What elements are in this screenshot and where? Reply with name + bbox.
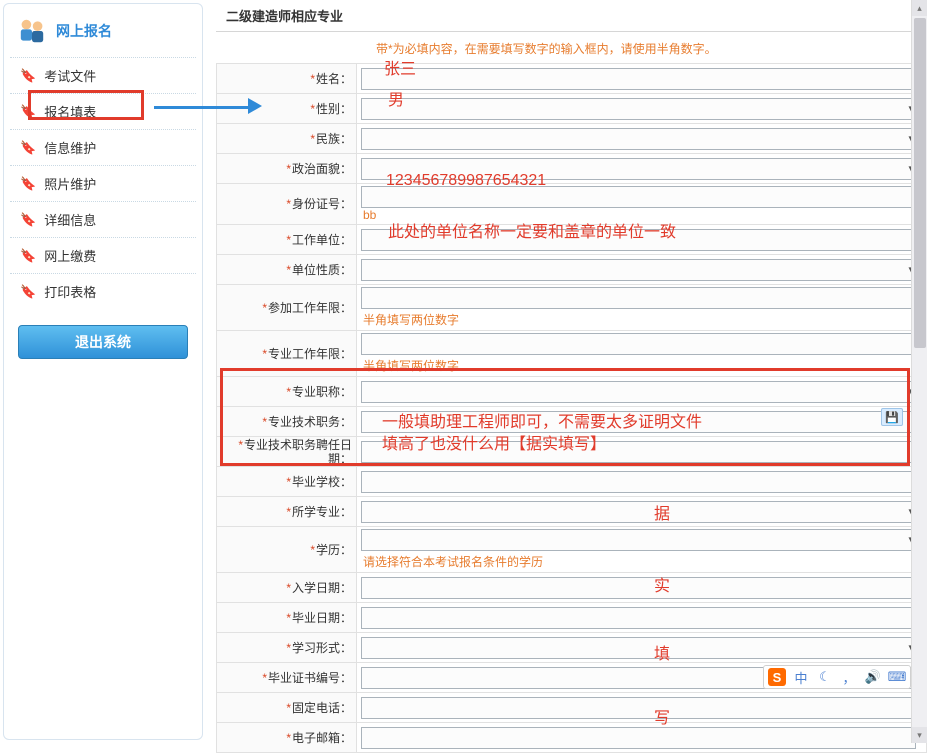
tag-icon: 🔖 — [20, 248, 36, 264]
ime-comma-icon[interactable]: ， — [840, 668, 858, 686]
tag-icon: 🔖 — [20, 68, 36, 84]
table-row: *学习形式： — [217, 633, 927, 663]
nav-list: 🔖 考试文件 🔖 报名填表 🔖 信息维护 🔖 照片维护 🔖 详细信息 🔖 网上缴费 🔖 打印表… — [10, 57, 196, 309]
graddate-input[interactable] — [361, 607, 916, 629]
gradschool-input[interactable] — [361, 471, 916, 493]
hint: 请选择符合本考试报名条件的学历 — [363, 553, 922, 570]
logout-label: 退出系统 — [75, 332, 131, 352]
workyears-input[interactable] — [361, 287, 916, 309]
hint: 半角填写两位数字 — [363, 311, 922, 328]
hint: 半角填写两位数字 — [363, 357, 922, 374]
ethnicity-select[interactable] — [361, 128, 916, 150]
idcard-input[interactable] — [361, 186, 916, 208]
name-input[interactable] — [361, 68, 916, 90]
content-area: 二级建造师相应专业 带*为必填内容，在需要填写数字的输入框内，请使用半角数字。 … — [206, 0, 927, 743]
tip-bar: 带*为必填内容，在需要填写数字的输入框内，请使用半角数字。 — [216, 32, 927, 63]
table-row: *毕业学校： — [217, 467, 927, 497]
nav-label: 详细信息 — [44, 210, 96, 229]
table-row: *民族： — [217, 124, 927, 154]
table-row: *毕业日期： — [217, 603, 927, 633]
sidebar-header: 网上报名 — [10, 7, 196, 57]
scrollbar[interactable]: ▴ ▾ — [911, 0, 927, 743]
education-select[interactable] — [361, 529, 916, 551]
table-row: *身份证号：bb — [217, 184, 927, 225]
tag-icon: 🔖 — [20, 140, 36, 156]
sidebar-title: 网上报名 — [56, 21, 112, 41]
workunit-input[interactable] — [361, 229, 916, 251]
table-row: *专业技术职务： — [217, 407, 927, 437]
ime-toolbar[interactable]: S 中 ☾ ， 🔊 ⌨ — [763, 665, 911, 689]
techjob-input[interactable] — [361, 411, 916, 433]
tag-icon: 🔖 — [20, 212, 36, 228]
nav-label: 网上缴费 — [44, 246, 96, 265]
techjob-date-input[interactable] — [361, 441, 916, 463]
enrolldate-input[interactable] — [361, 577, 916, 599]
nav-label: 报名填表 — [44, 102, 96, 121]
table-row: *政治面貌： — [217, 154, 927, 184]
table-row: *学历：请选择符合本考试报名条件的学历 — [217, 527, 927, 573]
nav-label: 照片维护 — [44, 174, 96, 193]
major-select[interactable] — [361, 501, 916, 523]
gender-select[interactable] — [361, 98, 916, 120]
section-title: 二级建造师相应专业 — [216, 0, 927, 32]
unit-nature-select[interactable] — [361, 259, 916, 281]
politics-select[interactable] — [361, 158, 916, 180]
nav-item-detail-info[interactable]: 🔖 详细信息 — [10, 201, 196, 237]
nav-label: 打印表格 — [44, 282, 96, 301]
scroll-up-icon[interactable]: ▴ — [912, 0, 927, 16]
nav-label: 信息维护 — [44, 138, 96, 157]
save-icon[interactable]: 💾 — [881, 408, 903, 426]
ime-keyboard-icon[interactable]: ⌨ — [888, 668, 906, 686]
tag-icon: 🔖 — [20, 176, 36, 192]
nav-item-info-maintain[interactable]: 🔖 信息维护 — [10, 129, 196, 165]
proyears-input[interactable] — [361, 333, 916, 355]
ime-brand-icon[interactable]: S — [768, 668, 786, 686]
table-row: *性别： — [217, 94, 927, 124]
nav-label: 考试文件 — [44, 66, 96, 85]
tag-icon: 🔖 — [20, 284, 36, 300]
nav-item-exam-file[interactable]: 🔖 考试文件 — [10, 57, 196, 93]
logout-button[interactable]: 退出系统 — [18, 325, 188, 359]
table-row: *参加工作年限：半角填写两位数字 — [217, 285, 927, 331]
ime-moon-icon[interactable]: ☾ — [816, 668, 834, 686]
ime-char[interactable]: 中 — [792, 668, 810, 686]
table-row: *专业技术职务聘任日期： — [217, 437, 927, 467]
nav-item-print-form[interactable]: 🔖 打印表格 — [10, 273, 196, 309]
studymode-select[interactable] — [361, 637, 916, 659]
idcard-hint: bb — [363, 208, 922, 222]
table-row: *电子邮箱： — [217, 723, 927, 753]
table-row: *工作单位： — [217, 225, 927, 255]
nav-item-online-pay[interactable]: 🔖 网上缴费 — [10, 237, 196, 273]
scroll-thumb[interactable] — [914, 18, 926, 348]
email-input[interactable] — [361, 727, 916, 749]
phone-input[interactable] — [361, 697, 916, 719]
nav-item-photo-maintain[interactable]: 🔖 照片维护 — [10, 165, 196, 201]
table-row: *单位性质： — [217, 255, 927, 285]
ime-mic-icon[interactable]: 🔊 — [864, 668, 882, 686]
table-row: *专业工作年限：半角填写两位数字 — [217, 331, 927, 377]
table-row: *专业职称： — [217, 377, 927, 407]
scroll-down-icon[interactable]: ▾ — [912, 727, 927, 743]
table-row: *入学日期： — [217, 573, 927, 603]
table-row: *固定电话： — [217, 693, 927, 723]
tag-icon: 🔖 — [20, 104, 36, 120]
people-icon — [16, 15, 48, 47]
form-table: *姓名： *性别： *民族： *政治面貌： *身份证号：bb *工作单位： *单… — [216, 63, 927, 753]
table-row: *所学专业： — [217, 497, 927, 527]
annotation-arrow — [154, 98, 262, 114]
table-row: *姓名： — [217, 64, 927, 94]
protitle-select[interactable] — [361, 381, 916, 403]
